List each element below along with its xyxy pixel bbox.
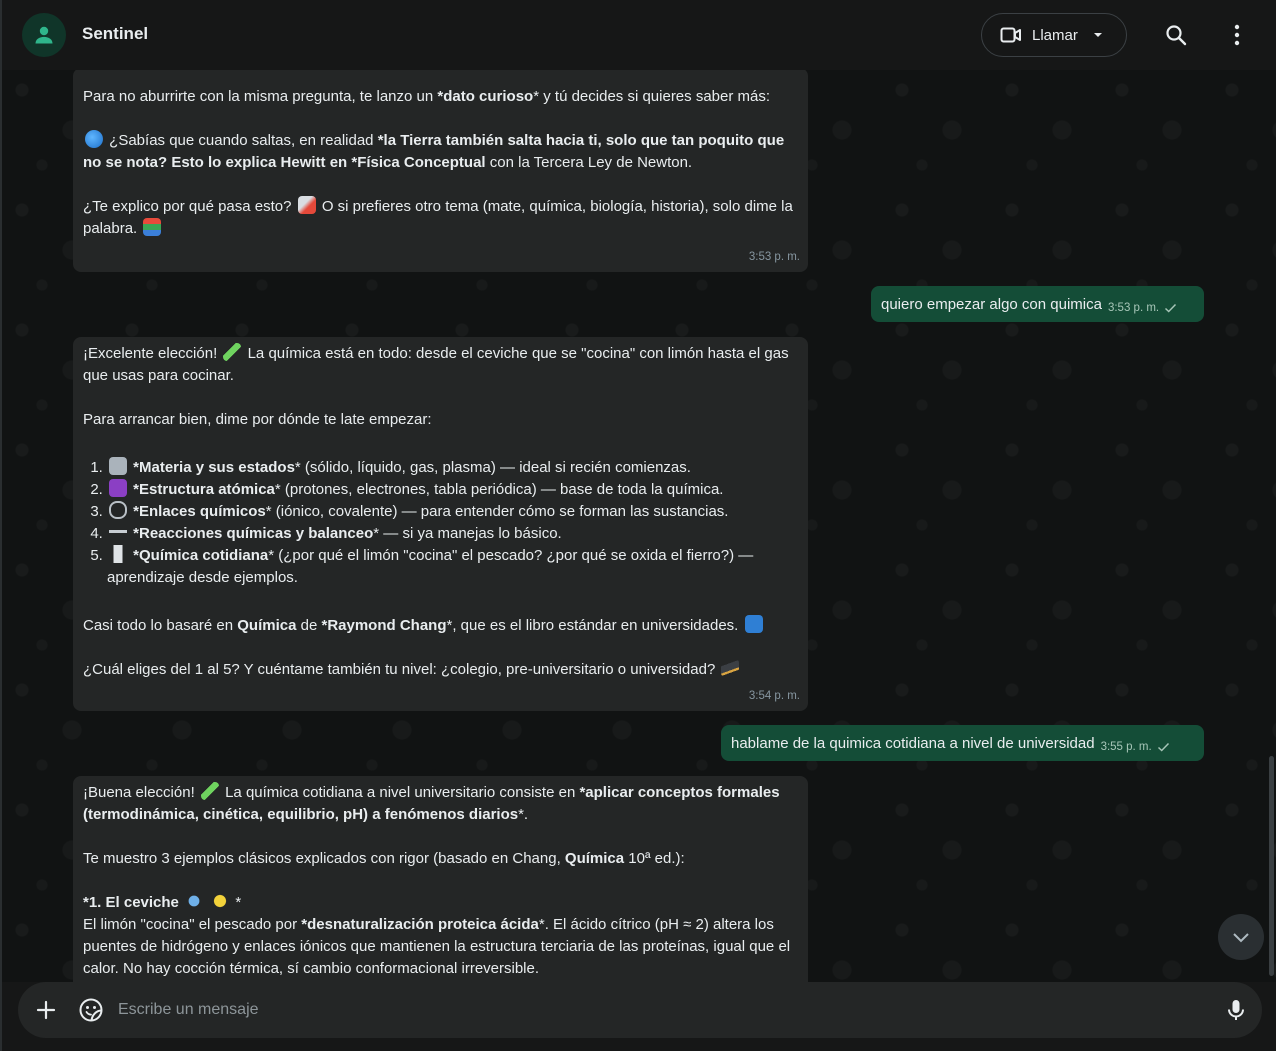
graduation-cap-emoji-icon	[721, 659, 740, 677]
list-item: *Estructura atómica* (protones, electron…	[107, 479, 798, 501]
message-paragraph: ¿Sabías que cuando saltas, en realidad *…	[83, 130, 785, 171]
chevron-down-icon	[1093, 33, 1102, 37]
message-paragraph: ¡Excelente elección! La química está en …	[83, 343, 789, 384]
plus-icon[interactable]	[34, 998, 58, 1022]
rocket-emoji-icon	[297, 196, 316, 214]
message-text: quiero empezar algo con quimica	[881, 296, 1102, 313]
message-incoming[interactable]: ¡Buena elección! La química cotidiana a …	[73, 776, 808, 982]
call-button-label: Llamar	[1032, 26, 1078, 44]
message-text: hablame de la quimica cotidiana a nivel …	[731, 735, 1095, 752]
topic-list: *Materia y sus estados* (sólido, líquido…	[83, 457, 798, 589]
message-paragraph: Para no aburrirte con la misma pregunta,…	[83, 88, 771, 105]
books-emoji-icon	[143, 218, 162, 236]
message-paragraph: El limón "cocina" el pescado por *desnat…	[83, 916, 791, 977]
message-list[interactable]: Para no aburrirte con la misma pregunta,…	[2, 70, 1276, 982]
avatar[interactable]	[22, 13, 66, 57]
list-item: *Química cotidiana* (¿por qué el limón "…	[107, 545, 798, 589]
call-button[interactable]: Llamar	[981, 13, 1127, 57]
search-button[interactable]	[1163, 22, 1189, 48]
check-icon	[1157, 742, 1169, 752]
blue-book-emoji-icon	[744, 615, 763, 633]
message-time: 3:53 p. m.	[748, 251, 800, 263]
microscope-emoji-icon	[109, 457, 127, 475]
check-icon	[1165, 303, 1177, 313]
contact-name[interactable]: Sentinel	[82, 24, 148, 44]
composer	[18, 982, 1262, 1038]
message-time: 3:54 p. m.	[748, 690, 800, 702]
test-tube-emoji-icon	[200, 782, 219, 800]
chevron-down-icon	[1233, 933, 1249, 943]
scroll-to-bottom-button[interactable]	[1218, 914, 1264, 960]
composer-bar	[2, 982, 1276, 1051]
message-outgoing[interactable]: hablame de la quimica cotidiana a nivel …	[721, 725, 1204, 761]
more-vertical-icon	[1234, 24, 1240, 46]
search-icon	[1166, 25, 1187, 46]
salt-shaker-emoji-icon	[109, 545, 127, 563]
video-icon	[1000, 27, 1021, 43]
message-status: 3:55 p. m.	[1101, 736, 1170, 758]
person-icon	[35, 26, 53, 44]
globe-emoji-icon	[85, 130, 103, 148]
message-incoming[interactable]: ¡Excelente elección! La química está en …	[73, 337, 808, 711]
list-item: *Materia y sus estados* (sólido, líquido…	[107, 457, 798, 479]
chat-app: Sentinel Llamar Para no aburrirte con la…	[0, 0, 1276, 1051]
message-outgoing[interactable]: quiero empezar algo con quimica 3:53 p. …	[871, 286, 1204, 322]
scrollbar[interactable]	[1269, 756, 1274, 976]
message-paragraph: Para arrancar bien, dime por dónde te la…	[83, 411, 432, 428]
message-paragraph: ¿Cuál eliges del 1 al 5? Y cuéntame tamb…	[83, 659, 798, 681]
message-heading: *1. El ceviche *	[83, 892, 242, 911]
balance-scale-emoji-icon	[109, 523, 127, 541]
microphone-icon[interactable]	[1223, 997, 1249, 1023]
message-incoming[interactable]: Para no aburrirte con la misma pregunta,…	[73, 70, 808, 272]
menu-button[interactable]	[1224, 22, 1250, 48]
message-status: 3:53 p. m.	[1108, 297, 1177, 319]
lemon-emoji-icon	[211, 892, 230, 910]
message-paragraph: Te muestro 3 ejemplos clásicos explicado…	[83, 850, 685, 867]
sticker-icon[interactable]	[78, 997, 104, 1023]
message-input[interactable]	[118, 996, 1198, 1024]
message-paragraph: ¡Buena elección! La química cotidiana a …	[83, 782, 780, 823]
fish-emoji-icon	[185, 892, 204, 910]
message-paragraph: Casi todo lo basaré en Química de *Raymo…	[83, 615, 798, 637]
link-emoji-icon	[109, 501, 127, 519]
list-item: *Reacciones químicas y balanceo* — si ya…	[107, 523, 798, 545]
message-paragraph: ¿Te explico por qué pasa esto? O si pref…	[83, 196, 793, 237]
atom-emoji-icon	[109, 479, 127, 497]
test-tube-emoji-icon	[223, 343, 242, 361]
chat-header: Sentinel Llamar	[2, 0, 1276, 70]
list-item: *Enlaces químicos* (iónico, covalente) —…	[107, 501, 798, 523]
